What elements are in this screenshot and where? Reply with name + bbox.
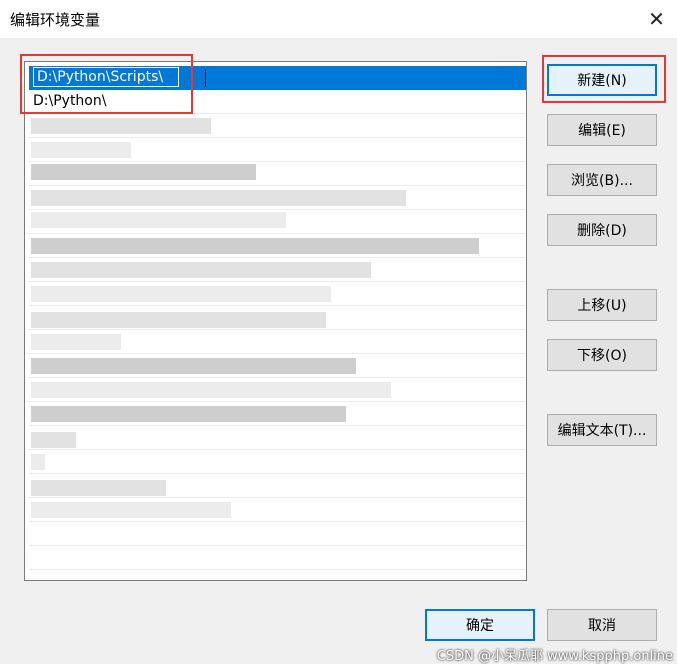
watermark: CSDN @小呆瓜耶 www.kspphp.online [436, 649, 673, 664]
delete-button[interactable]: 删除(D) [547, 214, 657, 246]
redacted-entry [31, 334, 121, 350]
highlight-box-new [542, 55, 666, 103]
edit-text-button[interactable]: 编辑文本(T)... [547, 414, 657, 446]
path-list[interactable]: D:\Python\Scripts\ D:\Python\ [24, 61, 527, 581]
redacted-entry [31, 212, 286, 228]
cancel-button[interactable]: 取消 [547, 609, 657, 641]
browse-button[interactable]: 浏览(B)... [547, 164, 657, 196]
redacted-entry [31, 262, 371, 278]
redacted-entry [31, 164, 256, 180]
redacted-entry [31, 432, 76, 448]
redacted-entry [31, 286, 331, 302]
redacted-entry [31, 238, 479, 254]
redacted-entry [31, 406, 346, 422]
highlight-box-list [20, 54, 193, 114]
edit-button[interactable]: 编辑(E) [547, 114, 657, 146]
list-item[interactable] [29, 426, 526, 450]
window-title: 编辑环境变量 [10, 11, 101, 29]
list-item[interactable] [29, 450, 526, 474]
redacted-entry [31, 454, 45, 470]
redacted-entry [31, 190, 406, 206]
title-bar: 编辑环境变量 ✕ [0, 0, 677, 38]
redacted-entry [31, 358, 356, 374]
redacted-entry [31, 480, 166, 496]
redacted-entry [31, 142, 131, 158]
ok-button[interactable]: 确定 [425, 609, 535, 641]
list-item[interactable] [29, 522, 526, 546]
redacted-entry [31, 312, 326, 328]
redacted-entry [31, 502, 231, 518]
move-up-button[interactable]: 上移(U) [547, 289, 657, 321]
list-item[interactable] [29, 546, 526, 570]
redacted-entry [31, 382, 391, 398]
redacted-entry [31, 118, 211, 134]
text-caret [205, 69, 206, 87]
close-icon[interactable]: ✕ [636, 0, 677, 38]
move-down-button[interactable]: 下移(O) [547, 339, 657, 371]
